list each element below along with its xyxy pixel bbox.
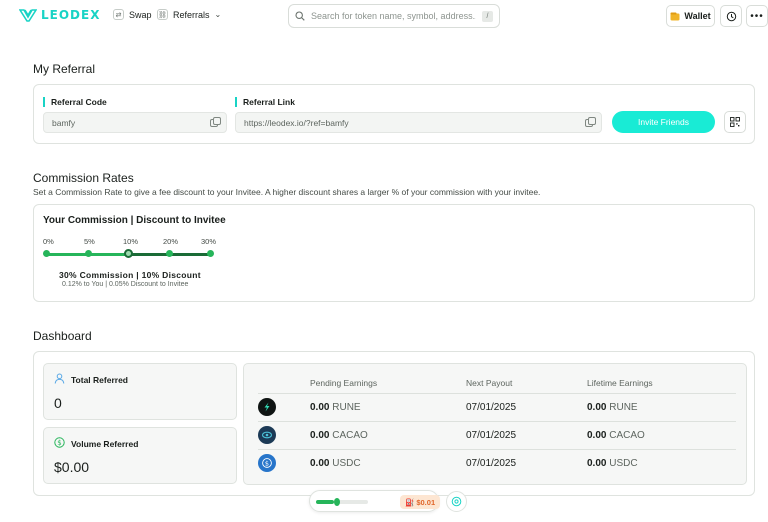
commission-detail: 0.12% to You | 0.05% Discount to Invitee [62, 281, 189, 288]
network-status-pill[interactable]: ⛽ $0.01 [309, 490, 441, 512]
commission-card: Your Commission | Discount to Invitee 0%… [33, 204, 755, 302]
tick-label: 30% [201, 237, 217, 246]
copy-link-icon[interactable] [585, 116, 596, 127]
tick-label: 20% [163, 237, 179, 246]
slider-step-30[interactable] [207, 250, 214, 257]
wallet-icon [670, 12, 680, 20]
volume-referred-label: Volume Referred [71, 439, 139, 449]
table-cell-next-payout: 07/01/2025 [466, 430, 517, 441]
referral-code-value: bamfy [52, 117, 76, 128]
leodex-logo-icon [19, 9, 37, 22]
my-referral-title: My Referral [33, 62, 96, 76]
row-divider [258, 421, 736, 422]
column-header: Next Payout [466, 378, 513, 388]
commission-card-title: Your Commission | Discount to Invitee [43, 215, 226, 226]
copy-code-icon[interactable] [210, 116, 221, 127]
more-menu-button[interactable]: ••• [746, 5, 768, 27]
slider-step-5[interactable] [85, 250, 92, 257]
earnings-table: Pending Earnings Next Payout Lifetime Ea… [243, 363, 747, 485]
search-icon [295, 11, 305, 21]
referrals-icon: ⛓ [157, 9, 168, 20]
commission-rates-description: Set a Commission Rate to give a fee disc… [33, 187, 541, 197]
column-header: Pending Earnings [310, 378, 378, 388]
dashboard-title: Dashboard [33, 329, 92, 343]
tick-label: 5% [84, 237, 95, 246]
status-bar-fill [316, 500, 334, 504]
table-cell-lifetime: 0.00 USDC [587, 458, 638, 469]
nav-referrals[interactable]: ⛓ Referrals ⌄ [157, 9, 221, 20]
settings-round-button[interactable] [446, 491, 467, 512]
table-cell-pending: 0.00 USDC [310, 458, 361, 469]
nav-swap-label: Swap [129, 9, 152, 20]
svg-text:$: $ [57, 439, 61, 447]
status-bar-indicator [334, 498, 340, 506]
tick-label: 10% [123, 237, 139, 246]
table-cell-lifetime: 0.00 CACAO [587, 430, 645, 441]
nav-swap[interactable]: ⇄ Swap [113, 9, 152, 20]
row-divider [258, 449, 736, 450]
svg-text:$: $ [265, 459, 269, 467]
total-referred-label: Total Referred [71, 375, 128, 385]
chevron-down-icon: ⌄ [214, 10, 222, 19]
table-cell-next-payout: 07/01/2025 [466, 458, 517, 469]
volume-referred-card: $ Volume Referred $0.00 [43, 427, 237, 484]
referral-code-field[interactable]: bamfy [43, 112, 227, 133]
usdc-coin-icon: $ [258, 454, 276, 472]
logo[interactable]: LEODEX [19, 8, 100, 22]
gauge-icon [451, 496, 462, 507]
nav-referrals-label: Referrals [173, 9, 210, 20]
referral-link-field[interactable]: https://leodex.io/?ref=bamfy [235, 112, 602, 133]
user-icon [54, 373, 65, 384]
history-icon [726, 11, 736, 21]
referral-link-label: Referral Link [235, 97, 295, 107]
more-icon: ••• [750, 10, 764, 22]
tick-label: 0% [43, 237, 54, 246]
search-bar[interactable]: / [288, 4, 500, 28]
slider-step-20[interactable] [166, 250, 173, 257]
wallet-label: Wallet [684, 11, 711, 21]
gas-price-badge: ⛽ $0.01 [400, 495, 441, 509]
referral-link-value: https://leodex.io/?ref=bamfy [244, 117, 349, 128]
rune-coin-icon [258, 398, 276, 416]
slider-thumb[interactable] [124, 249, 133, 258]
qr-code-icon [730, 117, 740, 127]
qr-code-button[interactable] [724, 111, 746, 133]
table-cell-pending: 0.00 CACAO [310, 430, 368, 441]
table-cell-pending: 0.00 RUNE [310, 402, 361, 413]
gas-icon: ⛽ [405, 497, 415, 507]
row-divider [258, 393, 736, 394]
swap-icon: ⇄ [113, 9, 124, 20]
wallet-button[interactable]: Wallet [666, 5, 715, 27]
logo-text: LEODEX [41, 8, 101, 22]
referral-card: Referral Code bamfy Referral Link https:… [33, 84, 755, 144]
commission-summary: 30% Commission | 10% Discount [59, 270, 201, 280]
search-shortcut-key: / [482, 10, 493, 22]
referral-code-label: Referral Code [43, 97, 107, 107]
table-cell-next-payout: 07/01/2025 [466, 402, 517, 413]
status-bar-track [338, 500, 368, 504]
column-header: Lifetime Earnings [587, 378, 653, 388]
search-input[interactable] [311, 11, 476, 21]
gas-price-value: $0.01 [416, 497, 436, 507]
dashboard-card: Total Referred 0 $ Volume Referred $0.00… [33, 351, 755, 496]
dollar-circle-icon: $ [54, 437, 65, 448]
total-referred-card: Total Referred 0 [43, 363, 237, 420]
top-navbar: LEODEX ⇄ Swap ⛓ Referrals ⌄ / Wallet ••• [0, 0, 768, 32]
cacao-coin-icon [258, 426, 276, 444]
history-button[interactable] [720, 5, 742, 27]
commission-rates-title: Commission Rates [33, 171, 134, 185]
table-cell-lifetime: 0.00 RUNE [587, 402, 638, 413]
invite-friends-button[interactable]: Invite Friends [612, 111, 715, 133]
slider-step-0[interactable] [43, 250, 50, 257]
volume-referred-value: $0.00 [54, 459, 90, 475]
total-referred-value: 0 [54, 395, 62, 411]
